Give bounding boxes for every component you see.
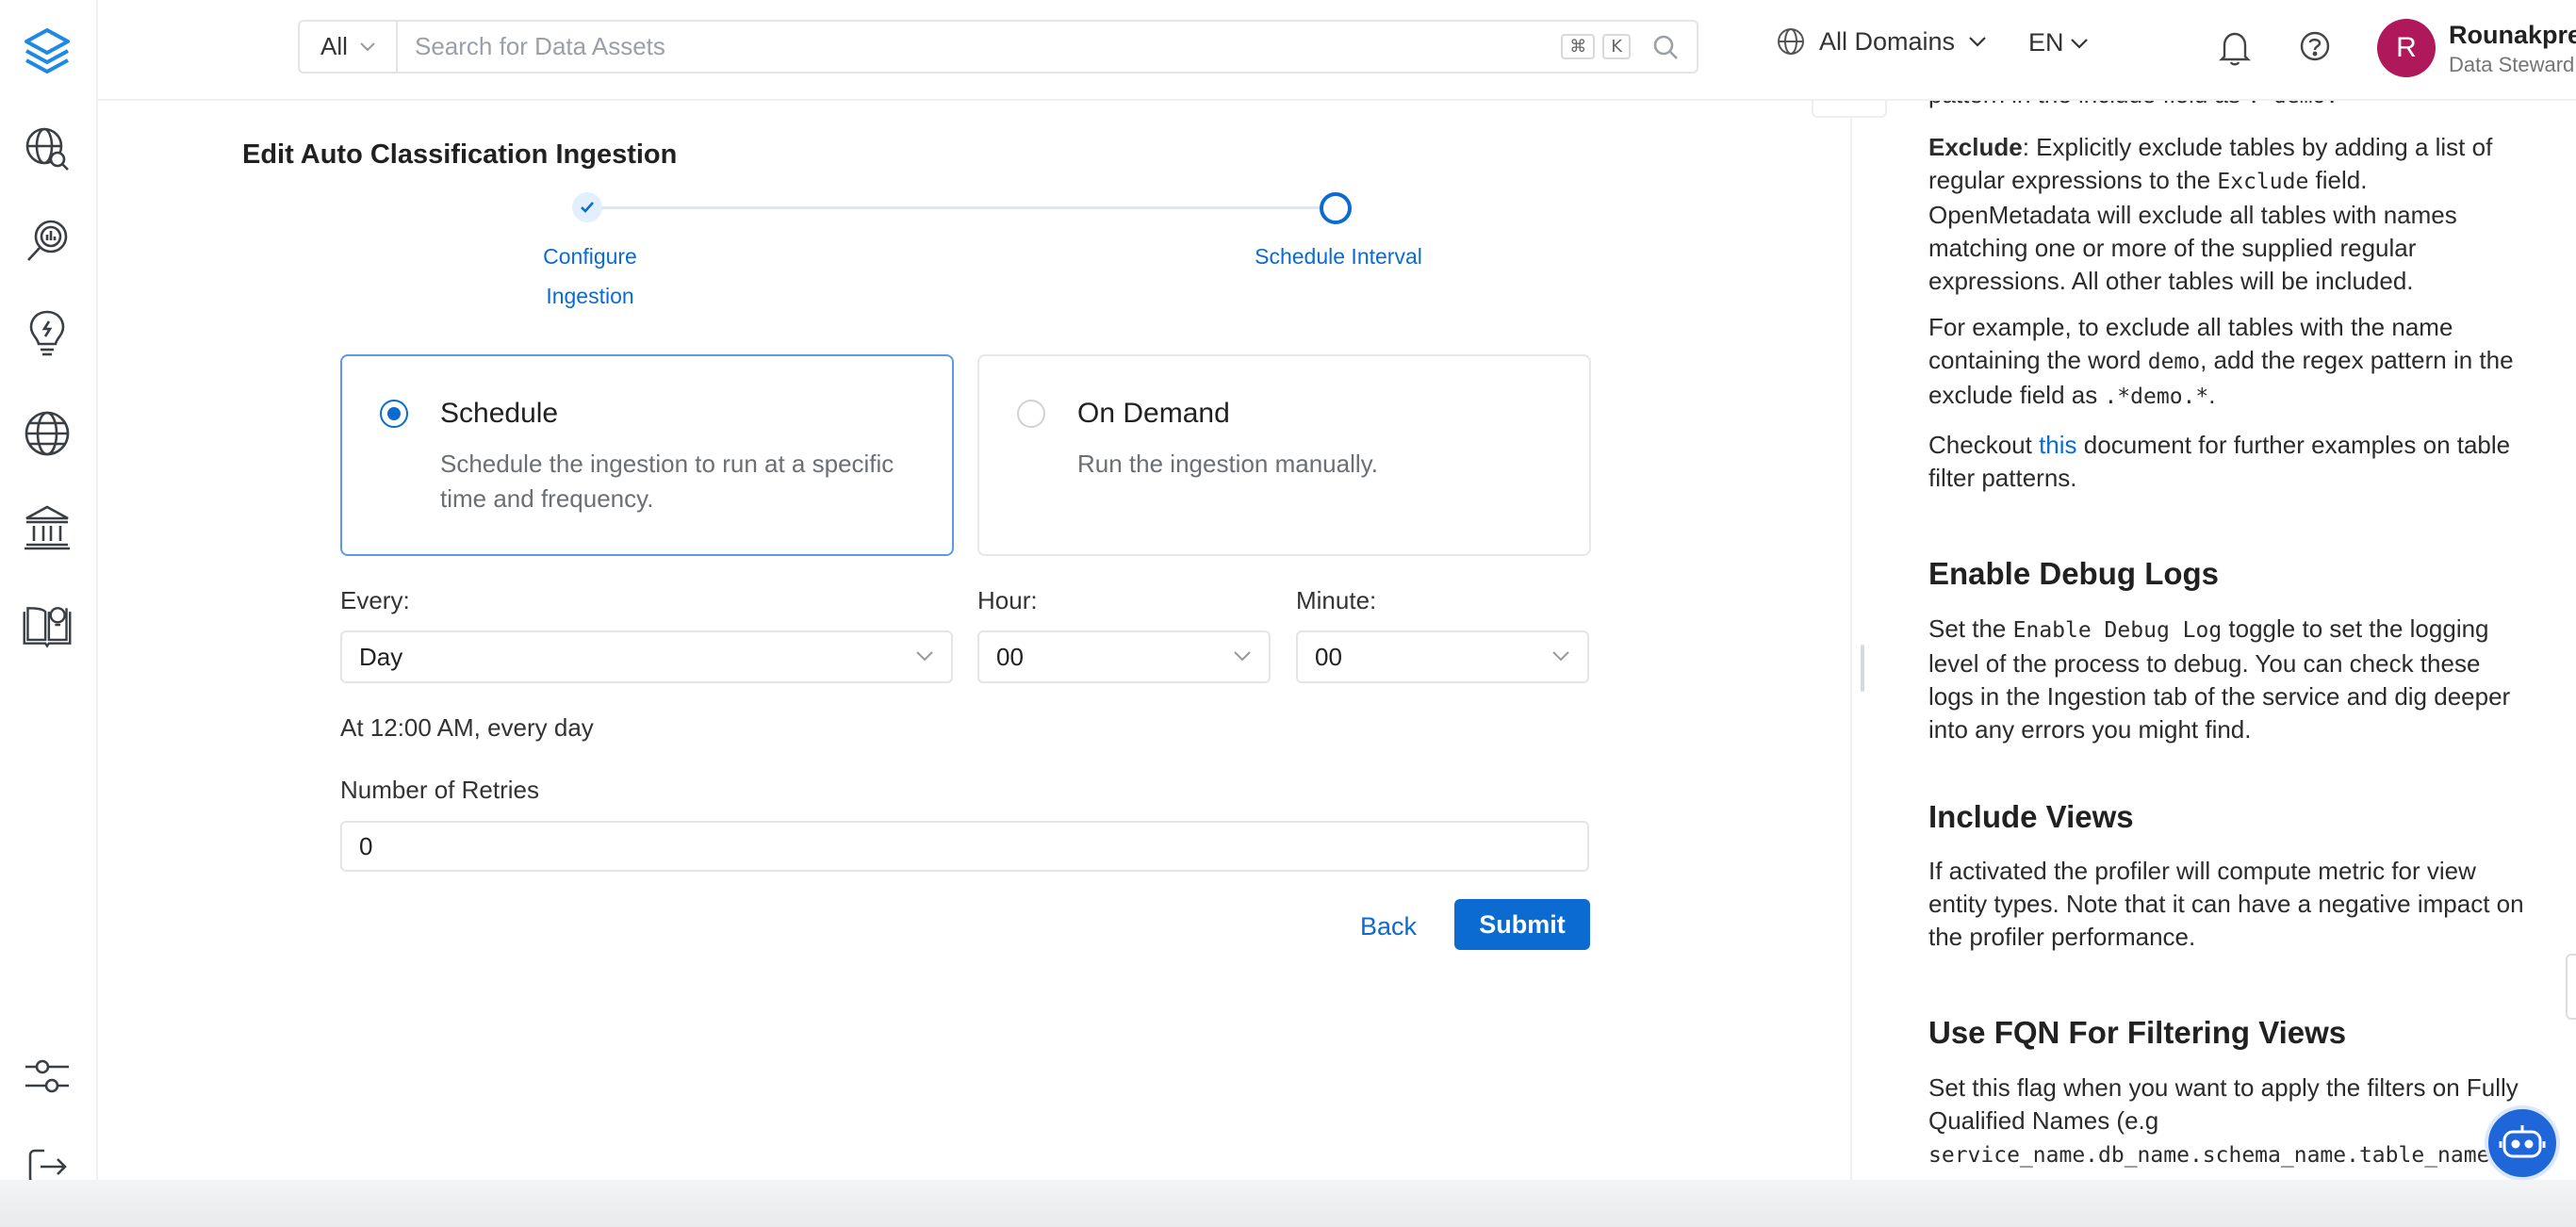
magnifier-chart-icon[interactable] xyxy=(21,213,74,270)
step-configure-ingestion-label: Configure Ingestion xyxy=(505,237,675,316)
step-label-line1: Configure xyxy=(543,244,637,269)
on-demand-option-desc: Run the ingestion manually. xyxy=(1077,450,1378,478)
search-icon[interactable] xyxy=(1651,22,1680,72)
doc-code: Exclude xyxy=(2217,170,2309,194)
schedule-radio[interactable] xyxy=(380,400,408,428)
doc-code: demo xyxy=(2147,350,2201,374)
hour-label: Hour: xyxy=(977,586,1038,614)
doc-example-paragraph: For example, to exclude all tables with … xyxy=(1928,311,2532,414)
doc-heading-views: Include Views xyxy=(1928,799,2134,834)
documentation-panel: pattern in the include field as .*demo.*… xyxy=(1928,101,2532,1180)
chevron-down-icon xyxy=(2070,38,2088,49)
domain-selector-label: All Domains xyxy=(1819,26,1956,56)
globe-icon xyxy=(1778,28,1804,55)
minute-select[interactable]: 00 xyxy=(1296,630,1589,683)
stepper-connector xyxy=(586,206,1336,209)
avatar[interactable]: R xyxy=(2377,19,2436,77)
doc-heading-fqn: Use FQN For Filtering Views xyxy=(1928,1015,2347,1050)
schedule-summary: At 12:00 AM, every day xyxy=(340,713,594,742)
doc-text: . xyxy=(2208,381,2216,409)
hour-select-value: 00 xyxy=(996,642,1024,671)
chevron-down-icon xyxy=(1234,651,1251,662)
panel-resize-handle[interactable] xyxy=(1861,645,1864,692)
globe-icon[interactable] xyxy=(21,405,74,462)
k-key-badge: K xyxy=(1602,34,1631,59)
help-icon[interactable] xyxy=(2299,30,2331,67)
bell-icon[interactable] xyxy=(2219,30,2251,71)
bank-icon[interactable] xyxy=(21,499,74,556)
doc-code: .*demo.* xyxy=(2247,101,2352,108)
doc-checkout-paragraph: Checkout this document for further examp… xyxy=(1928,429,2532,495)
bottom-bar xyxy=(0,1180,2576,1227)
search-shortcut: ⌘ K xyxy=(1561,22,1631,72)
doc-exclude-paragraph: Exclude: Explicitly exclude tables by ad… xyxy=(1928,131,2532,298)
side-drawer-tab[interactable] xyxy=(2566,954,2576,1020)
language-selector[interactable]: EN xyxy=(2028,28,2089,57)
every-label: Every: xyxy=(340,586,410,614)
chevron-down-icon xyxy=(916,651,933,662)
on-demand-option-card[interactable]: On Demand Run the ingestion manually. xyxy=(977,354,1591,556)
search-filter-select[interactable]: All xyxy=(300,22,398,72)
top-navbar: All ⌘ K All Domains EN R Rounakpreet.d D… xyxy=(98,0,2576,101)
back-button[interactable]: Back xyxy=(1337,901,1440,952)
on-demand-option-title: On Demand xyxy=(1077,398,1230,429)
every-select[interactable]: Day xyxy=(340,630,953,683)
doc-code: service_name.db_name.schema_name.table_n… xyxy=(1928,1143,2490,1168)
schedule-option-card[interactable]: Schedule Schedule the ingestion to run a… xyxy=(340,354,954,556)
on-demand-radio[interactable] xyxy=(1017,400,1045,428)
chevron-down-icon xyxy=(1969,37,1986,47)
doc-bold: Exclude xyxy=(1928,133,2023,161)
submit-button[interactable]: Submit xyxy=(1454,899,1590,950)
step-schedule-interval-label: Schedule Interval xyxy=(1255,244,1422,269)
step-active-marker xyxy=(1320,192,1352,224)
globe-search-icon[interactable] xyxy=(21,121,74,177)
global-search: All ⌘ K xyxy=(298,20,1698,74)
doc-link[interactable]: this xyxy=(2039,431,2076,459)
retries-input[interactable]: 0 xyxy=(340,821,1589,872)
chevron-down-icon xyxy=(360,41,375,51)
left-sidebar xyxy=(0,0,98,1227)
retries-label: Number of Retries xyxy=(340,776,539,804)
chevron-down-icon xyxy=(1552,651,1569,662)
chatbot-icon[interactable] xyxy=(2485,1105,2560,1181)
doc-fqn-paragraph: Set this flag when you want to apply the… xyxy=(1928,1072,2532,1172)
hour-select[interactable]: 00 xyxy=(977,630,1271,683)
language-label: EN xyxy=(2028,28,2064,57)
every-select-value: Day xyxy=(359,642,403,671)
panel-toggle-tab[interactable] xyxy=(1812,101,1887,118)
doc-views-paragraph: If activated the profiler will compute m… xyxy=(1928,857,2524,951)
doc-top-fragment: pattern in the include field as .*demo.* xyxy=(1928,101,2532,113)
search-input[interactable] xyxy=(398,22,1562,72)
page-title: Edit Auto Classification Ingestion xyxy=(242,139,678,170)
doc-code: .*demo.* xyxy=(2104,384,2209,409)
doc-text: Checkout xyxy=(1928,431,2040,459)
doc-debug-paragraph: Set the Enable Debug Log toggle to set t… xyxy=(1928,613,2532,746)
user-role: Data Steward xyxy=(2449,53,2575,76)
lightbulb-icon[interactable] xyxy=(21,305,74,362)
step-completed-check-icon xyxy=(572,192,602,222)
step-label-line2: Ingestion xyxy=(546,284,634,308)
doc-text: pattern in the include field as xyxy=(1928,101,2247,108)
app-logo-icon[interactable] xyxy=(21,23,74,79)
minute-label: Minute: xyxy=(1296,586,1377,614)
minute-select-value: 00 xyxy=(1315,642,1342,671)
domain-selector[interactable]: All Domains xyxy=(1776,26,1987,57)
doc-text: Set the xyxy=(1928,614,2013,643)
schedule-option-title: Schedule xyxy=(440,398,559,429)
cmd-key-badge: ⌘ xyxy=(1561,34,1596,59)
retries-value: 0 xyxy=(359,831,373,860)
book-lightbulb-icon[interactable] xyxy=(21,597,74,654)
schedule-option-desc: Schedule the ingestion to run at a speci… xyxy=(440,450,894,513)
doc-heading-debug: Enable Debug Logs xyxy=(1928,556,2220,591)
panel-divider xyxy=(1850,101,1852,1180)
doc-text: Set this flag when you want to apply the… xyxy=(1928,1073,2519,1135)
doc-code: Enable Debug Log xyxy=(2012,618,2223,643)
user-name[interactable]: Rounakpreet.d xyxy=(2449,21,2576,50)
search-filter-label: All xyxy=(320,32,348,60)
sliders-icon[interactable] xyxy=(21,1048,74,1104)
